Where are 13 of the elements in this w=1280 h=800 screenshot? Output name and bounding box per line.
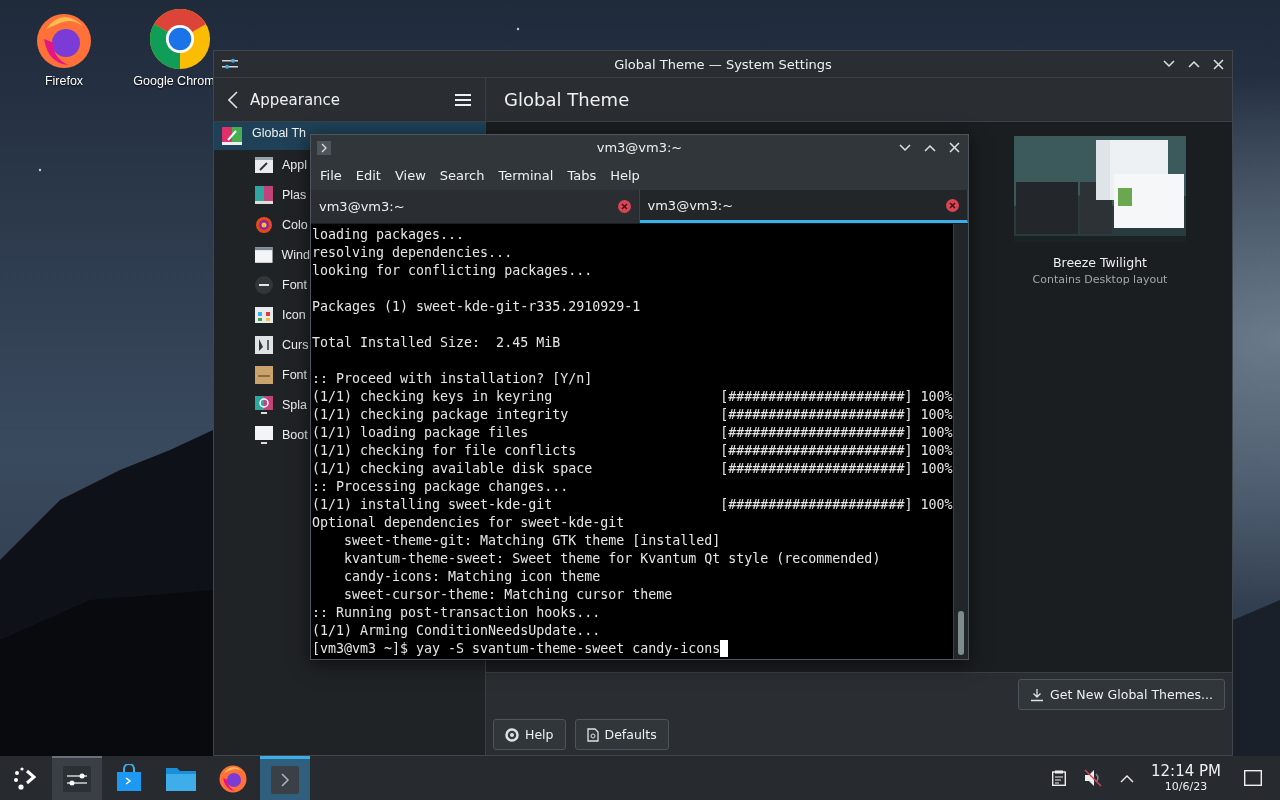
shopping-bag-icon xyxy=(116,764,142,792)
clock-time[interactable]: 12:14 PM xyxy=(1151,764,1221,779)
sliders-icon xyxy=(63,766,91,792)
folder-icon xyxy=(166,765,196,791)
firefox-icon xyxy=(218,763,248,793)
caret-up-icon[interactable] xyxy=(1120,773,1134,783)
muted-speaker-icon[interactable] xyxy=(1084,769,1102,787)
taskbar-item[interactable] xyxy=(52,756,102,800)
launcher-icon xyxy=(12,765,38,791)
clock-date[interactable]: 10/6/23 xyxy=(1164,781,1208,792)
terminal-icon xyxy=(271,765,299,794)
clipboard-icon[interactable] xyxy=(1052,770,1066,786)
show-desktop-icon[interactable] xyxy=(1244,770,1262,786)
